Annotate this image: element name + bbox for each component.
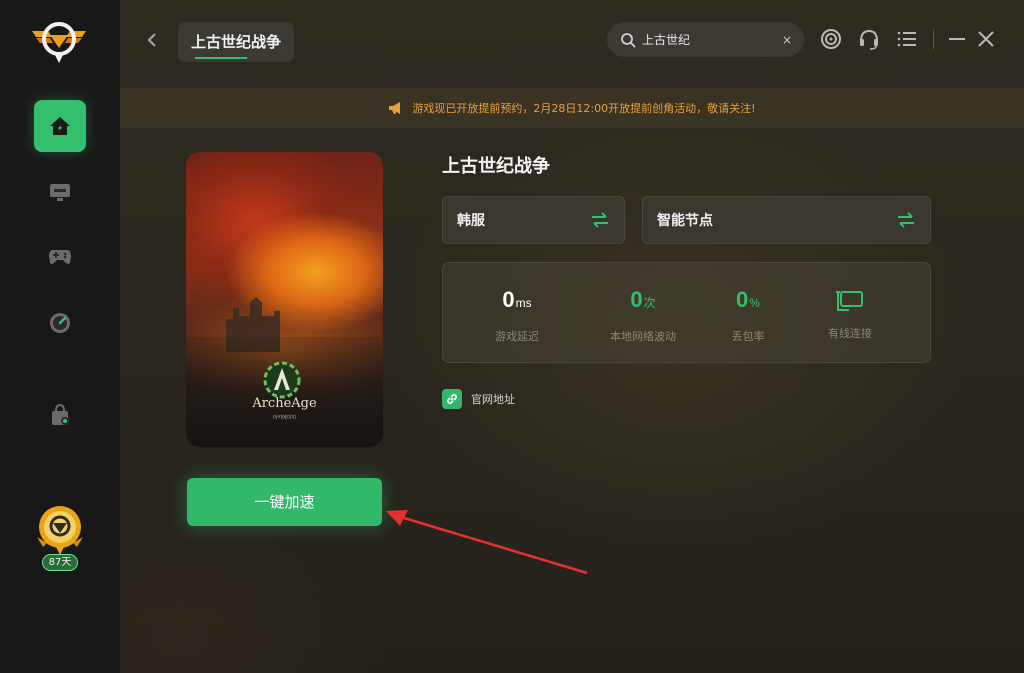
stat-packet-loss-value: 0% [736, 287, 760, 312]
stat-packet-loss: 0% 丢包率 [713, 285, 783, 344]
swirl-icon[interactable] [820, 28, 842, 50]
notice-text: 游戏现已开放提前预约，2月28日12:00开放提前创角活动，敬请关注! [412, 102, 756, 115]
megaphone-icon [389, 102, 401, 114]
notice-bar: 游戏现已开放提前预约，2月28日12:00开放提前创角活动，敬请关注! [120, 88, 1024, 128]
swap-icon [592, 212, 608, 228]
official-site-label: 官网地址 [471, 393, 515, 406]
sidebar-item-store[interactable] [34, 389, 86, 441]
cover-brand-sub: 아키에이지 [272, 415, 296, 421]
tab-current-game-label: 上古世纪战争 [190, 33, 281, 51]
stat-latency-value: 0ms [502, 287, 532, 312]
minimize-icon[interactable] [946, 28, 968, 50]
stat-connection-value [813, 285, 887, 315]
swap-icon [898, 212, 914, 228]
stat-jitter-caption: 本地网络波动 [610, 330, 676, 343]
server-select[interactable]: 韩服 [442, 196, 625, 244]
headset-icon[interactable] [858, 28, 880, 50]
toolbar-divider [933, 29, 934, 49]
link-icon [442, 389, 462, 409]
sidebar-item-games[interactable] [34, 231, 86, 283]
member-badge[interactable]: 87天 [33, 503, 87, 575]
back-button[interactable] [142, 30, 162, 54]
tab-current-game[interactable]: 上古世纪战争 [178, 22, 294, 62]
chevron-left-icon [147, 33, 156, 47]
top-bar: 上古世纪战争 上古世纪 × [120, 0, 1024, 88]
accelerate-button[interactable]: 一键加速 [187, 478, 382, 526]
speedometer-icon [50, 313, 70, 333]
search-input[interactable]: 上古世纪 [642, 31, 782, 48]
sidebar-item-monitor[interactable] [34, 166, 86, 218]
sidebar: 87天 [0, 0, 120, 673]
sidebar-item-speed[interactable] [34, 297, 86, 349]
stat-connection: 有线连接 [813, 285, 887, 341]
node-select[interactable]: 智能节点 [642, 196, 931, 244]
stat-latency: 0ms 游戏延迟 [473, 285, 561, 344]
network-stats-panel: 0ms 游戏延迟 0次 本地网络波动 0% 丢包率 有线连接 [442, 262, 931, 363]
menu-icon[interactable] [896, 28, 918, 50]
search-box[interactable]: 上古世纪 × [607, 22, 804, 57]
stat-jitter: 0次 本地网络波动 [593, 285, 693, 344]
server-select-label: 韩服 [457, 213, 485, 229]
app-logo-icon[interactable] [30, 15, 88, 67]
archeage-emblem-icon [263, 361, 301, 399]
close-icon[interactable] [975, 28, 997, 50]
member-days-label: 87天 [42, 554, 78, 571]
monitor-icon [50, 184, 70, 201]
game-title: 上古世纪战争 [442, 156, 550, 177]
sidebar-item-home[interactable] [34, 100, 86, 152]
game-cover-image: ArcheAge 아키에이지 [186, 152, 383, 447]
stat-connection-caption: 有线连接 [828, 327, 872, 340]
home-icon [50, 117, 70, 135]
node-select-label: 智能节点 [657, 213, 713, 229]
stat-packet-loss-caption: 丢包率 [731, 330, 765, 343]
shopping-bag-icon [52, 403, 69, 425]
cover-brand: ArcheAge [252, 396, 317, 411]
search-icon [621, 32, 636, 47]
stat-latency-caption: 游戏延迟 [495, 330, 539, 343]
annotation-arrow [386, 510, 588, 575]
main-panel: 上古世纪战争 上古世纪 × 游戏现已开放提前预约，2月28日12:00开放提前创… [120, 0, 1024, 673]
search-clear-button[interactable]: × [782, 33, 792, 47]
official-site-link[interactable]: 官网地址 [442, 389, 515, 409]
stat-jitter-value: 0次 [630, 287, 656, 312]
vip-badge-icon [37, 506, 83, 555]
tab-active-indicator [195, 57, 247, 59]
wired-connection-icon [836, 291, 863, 312]
gamepad-icon [49, 250, 71, 264]
